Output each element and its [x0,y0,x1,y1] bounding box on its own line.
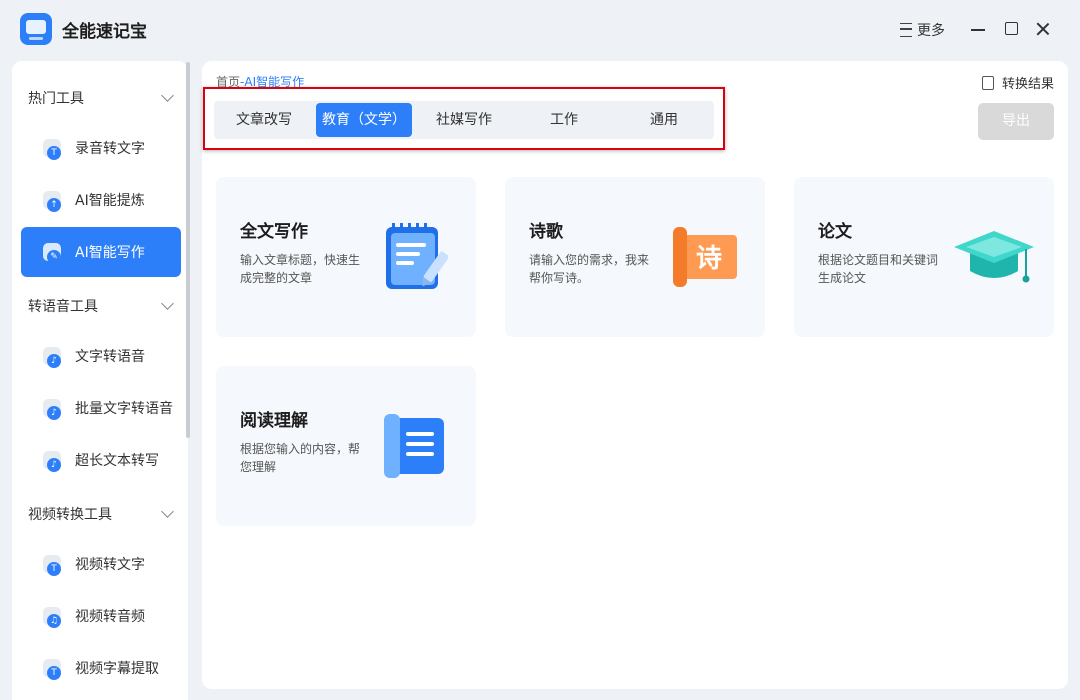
text-to-speech-icon: ♪ [43,347,61,368]
maximize-icon[interactable] [1004,21,1020,37]
sidebar-item-video-to-text[interactable]: T 视频转文字 [21,539,181,589]
graduation-cap-icon [954,231,1034,283]
notepad-pen-icon [386,223,448,289]
conversion-results-button[interactable]: 转换结果 [981,73,1054,92]
video-to-text-icon: T [43,555,61,576]
video-to-audio-icon: ♫ [43,607,61,628]
group-label: 转语音工具 [28,299,98,315]
tab-education-literature[interactable]: 教育（文学） [316,103,412,137]
sidebar-item-long-text[interactable]: ♪ 超长文本转写 [21,435,181,485]
sidebar-item-label: 视频转文字 [75,557,145,573]
category-tabs: 文章改写 教育（文学） 社媒写作 工作 通用 [214,101,714,139]
card-description: 请输入您的需求，我来帮你写诗。 [529,253,650,285]
conversion-results-label: 转换结果 [1001,77,1054,92]
sidebar-item-label: AI智能写作 [75,245,145,261]
group-tts-tools[interactable]: 转语音工具 [28,296,174,316]
tab-social-media[interactable]: 社媒写作 [416,103,512,137]
main-panel: 首页-AI智能写作 转换结果 导出 文章改写 教育（文学） 社媒写作 工作 通用… [202,61,1068,689]
app-title: 全能速记宝 [62,22,147,42]
card-title: 论文 [818,222,852,242]
card-poetry[interactable]: 诗歌 请输入您的需求，我来帮你写诗。 诗 [505,177,765,337]
sidebar: 热门工具 T 录音转文字 ↑ AI智能提炼 ✎ AI智能写作 转语音工具 ♪ 文… [12,61,188,700]
group-video-tools[interactable]: 视频转换工具 [28,504,174,524]
sidebar-item-text-to-speech[interactable]: ♪ 文字转语音 [21,331,181,381]
group-label: 视频转换工具 [28,507,112,523]
sidebar-item-label: 文字转语音 [75,349,145,365]
menu-icon [900,23,912,37]
card-full-writing[interactable]: 全文写作 输入文章标题，快速生成完整的文章 [216,177,476,337]
tab-general[interactable]: 通用 [616,103,712,137]
more-button[interactable]: 更多 [900,20,945,40]
sidebar-item-video-to-audio[interactable]: ♫ 视频转音频 [21,591,181,641]
sidebar-item-label: 录音转文字 [75,141,145,157]
audio-to-text-icon: T [43,139,61,160]
card-title: 诗歌 [529,222,563,242]
subtitle-extract-icon: T [43,659,61,680]
batch-tts-icon: ♪ [43,399,61,420]
ai-writing-icon: ✎ [43,243,61,264]
ai-extract-icon: ↑ [43,191,61,212]
card-title: 全文写作 [240,222,308,242]
document-icon [981,75,994,90]
card-description: 输入文章标题，快速生成完整的文章 [240,253,361,285]
tab-article-rewrite[interactable]: 文章改写 [216,103,312,137]
sidebar-item-label: 批量文字转语音 [75,401,173,417]
svg-text:诗: 诗 [696,244,722,274]
sidebar-item-subtitle-extract[interactable]: T 视频字幕提取 [21,643,181,693]
card-description: 根据您输入的内容，帮您理解 [240,442,361,474]
close-icon[interactable] [1035,21,1051,37]
export-button[interactable]: 导出 [978,103,1054,140]
card-thesis[interactable]: 论文 根据论文题目和关键词生成论文 [794,177,1054,337]
sidebar-item-label: AI智能提炼 [75,193,145,209]
chevron-down-icon [161,297,174,310]
chevron-down-icon [161,505,174,518]
sidebar-item-label: 超长文本转写 [75,453,159,469]
sidebar-item-label: 视频转音频 [75,609,145,625]
group-hot-tools[interactable]: 热门工具 [28,88,174,108]
sidebar-item-ai-extract[interactable]: ↑ AI智能提炼 [21,175,181,225]
sidebar-item-audio-to-text[interactable]: T 录音转文字 [21,123,181,173]
group-label: 热门工具 [28,91,84,107]
long-text-icon: ♪ [43,451,61,472]
card-reading-comprehension[interactable]: 阅读理解 根据您输入的内容，帮您理解 [216,366,476,526]
poem-scroll-icon: 诗 [673,227,737,287]
title-bar: 全能速记宝 更多 [0,0,1080,60]
sidebar-item-ai-writing[interactable]: ✎ AI智能写作 [21,227,181,277]
more-label: 更多 [917,23,945,39]
reading-scroll-icon [384,414,444,478]
minimize-icon[interactable] [970,21,986,37]
card-title: 阅读理解 [240,411,308,431]
sidebar-scrollbar[interactable] [186,62,190,438]
chevron-down-icon [161,89,174,102]
card-description: 根据论文题目和关键词生成论文 [818,253,939,285]
sidebar-item-batch-tts[interactable]: ♪ 批量文字转语音 [21,383,181,433]
tab-work[interactable]: 工作 [516,103,612,137]
app-logo-icon [20,13,52,45]
sidebar-item-label: 视频字幕提取 [75,661,159,677]
